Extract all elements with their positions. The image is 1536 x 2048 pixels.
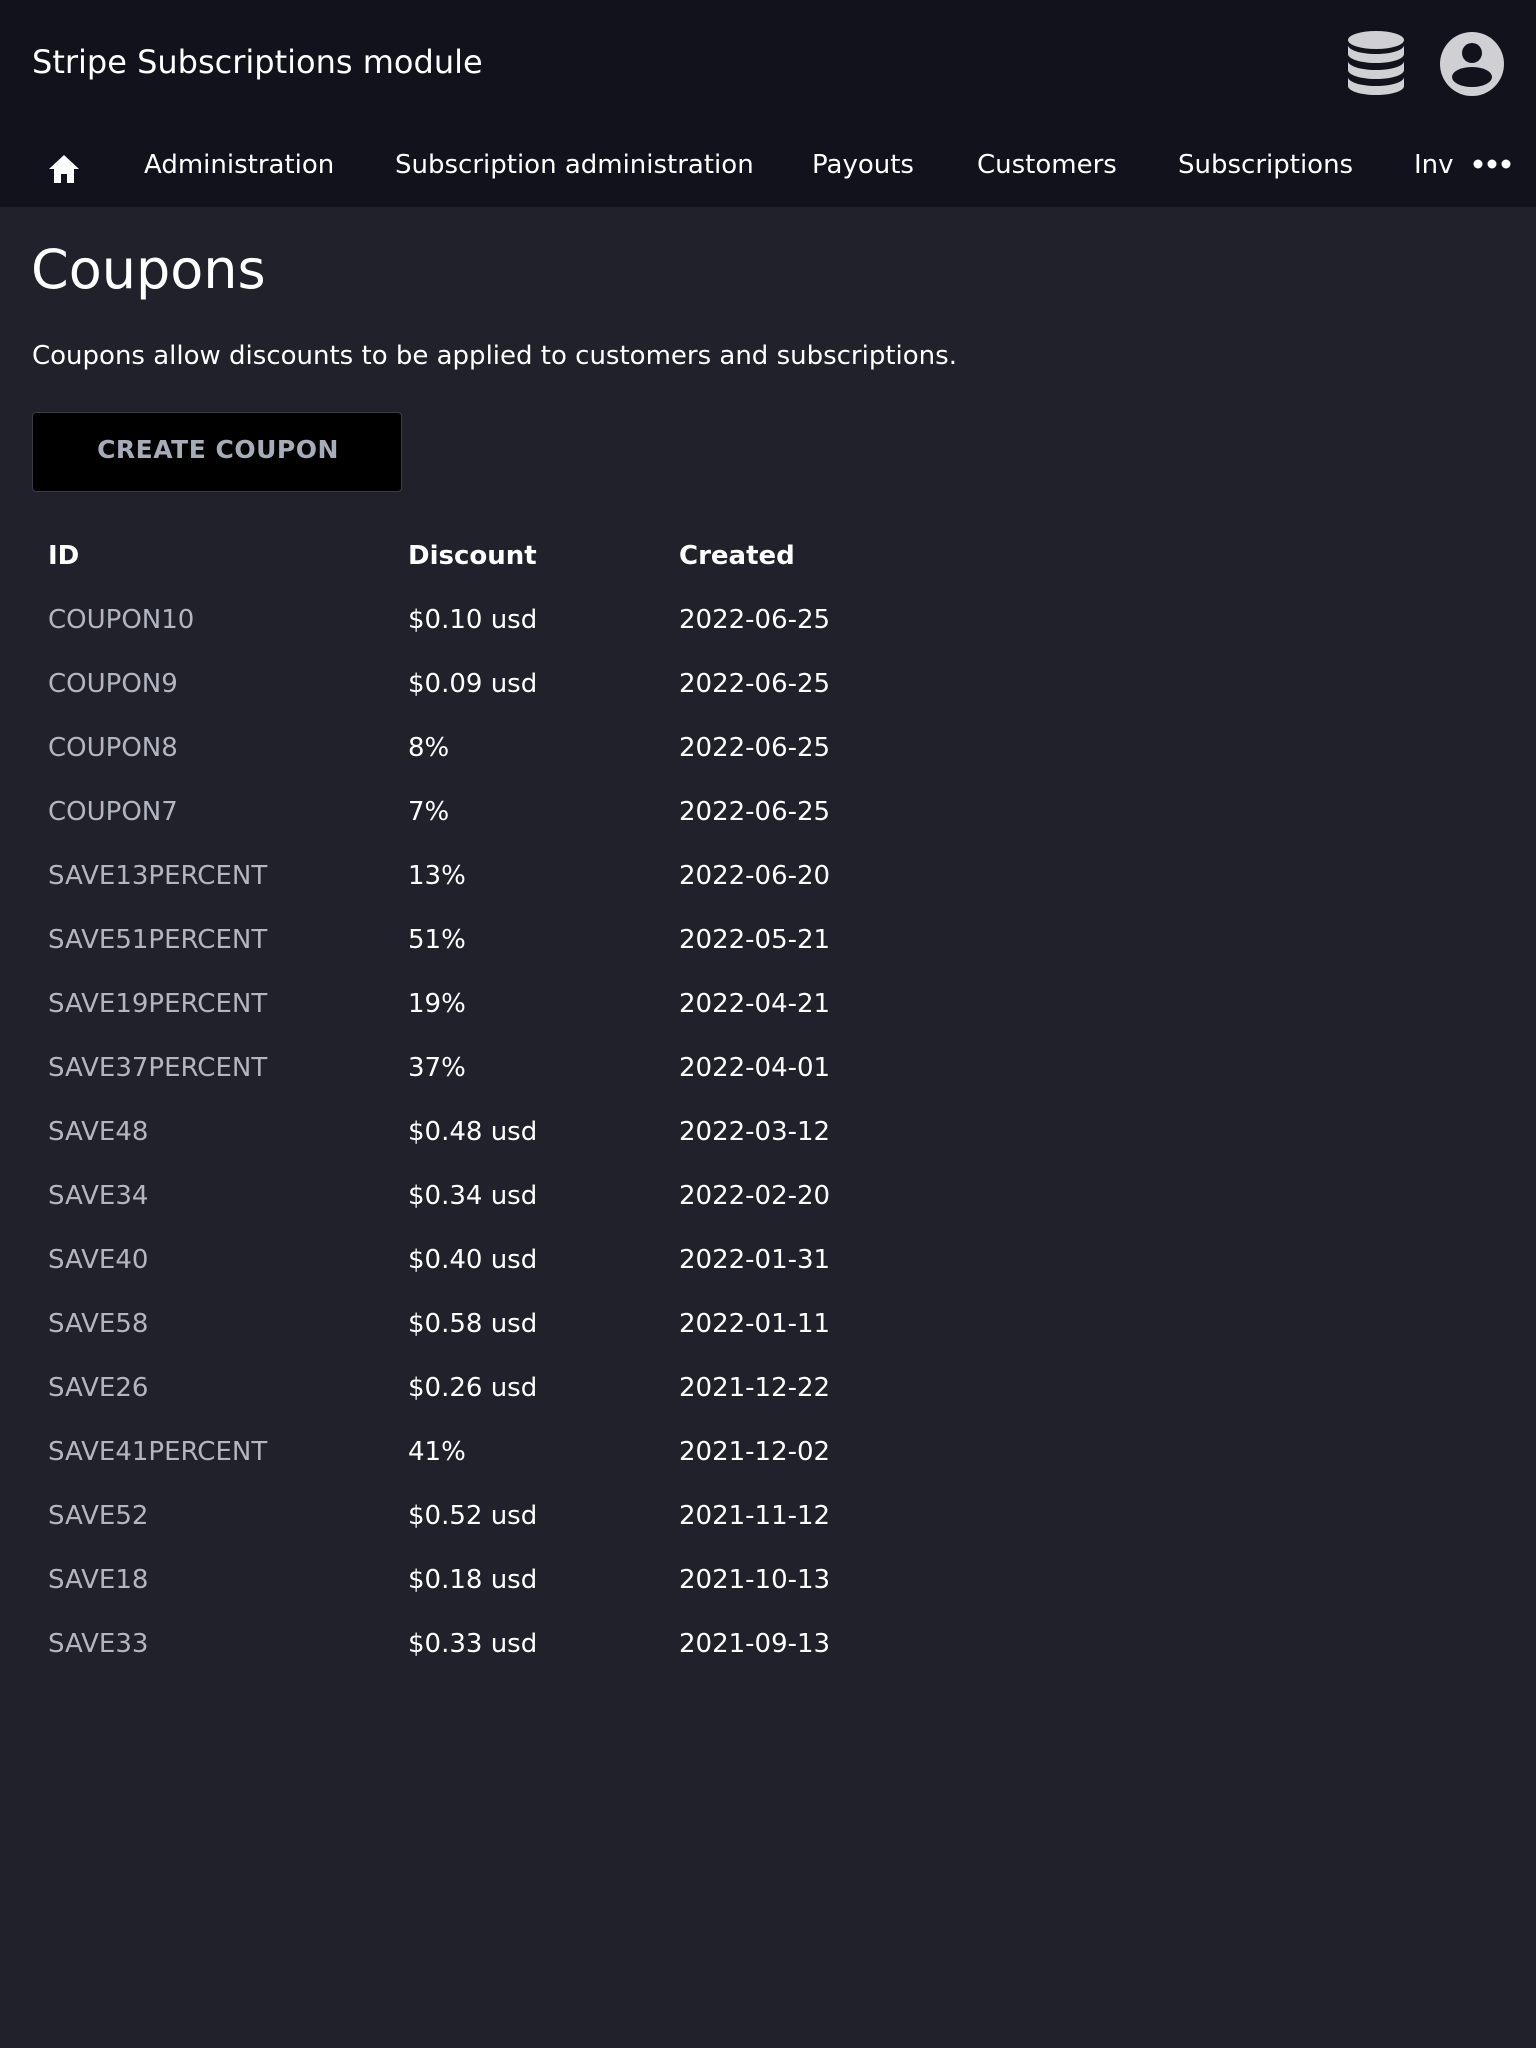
coupon-created: 2021-10-13 bbox=[679, 1565, 831, 1595]
nav-item-subscriptions[interactable]: Subscriptions bbox=[1178, 147, 1353, 183]
coupon-id-link[interactable]: COUPON8 bbox=[48, 716, 178, 780]
coupon-created: 2022-05-21 bbox=[679, 925, 831, 955]
coupon-id-link[interactable]: COUPON9 bbox=[48, 652, 178, 716]
more-horizontal-icon[interactable] bbox=[1472, 156, 1512, 172]
coupon-created: 2022-06-20 bbox=[679, 861, 831, 891]
page-title: Coupons bbox=[31, 238, 266, 301]
coupon-id-link[interactable]: SAVE37PERCENT bbox=[48, 1036, 267, 1100]
coupon-id-link[interactable]: SAVE34 bbox=[48, 1164, 148, 1228]
coupon-discount: $0.52 usd bbox=[408, 1501, 538, 1531]
coupon-created: 2022-03-12 bbox=[679, 1117, 831, 1147]
coupon-discount: $0.10 usd bbox=[408, 605, 538, 635]
home-icon[interactable] bbox=[46, 151, 82, 187]
column-header-id: ID bbox=[48, 541, 80, 571]
coupon-discount: 51% bbox=[408, 925, 466, 955]
coupon-created: 2021-12-02 bbox=[679, 1437, 831, 1467]
coupon-created: 2022-06-25 bbox=[679, 797, 831, 827]
main-nav: Administration Subscription administrati… bbox=[0, 127, 1536, 207]
coupon-discount: $0.18 usd bbox=[408, 1565, 538, 1595]
coupon-discount: $0.40 usd bbox=[408, 1245, 538, 1275]
create-coupon-label: CREATE COUPON bbox=[97, 435, 339, 464]
nav-item-administration[interactable]: Administration bbox=[144, 147, 334, 183]
page-description: Coupons allow discounts to be applied to… bbox=[32, 341, 957, 371]
coupon-created: 2022-02-20 bbox=[679, 1181, 831, 1211]
app-title: Stripe Subscriptions module bbox=[32, 43, 483, 81]
coupon-discount: 41% bbox=[408, 1437, 466, 1467]
coupon-id-link[interactable]: SAVE26 bbox=[48, 1356, 148, 1420]
coupon-discount: 37% bbox=[408, 1053, 466, 1083]
coupon-id-link[interactable]: SAVE19PERCENT bbox=[48, 972, 267, 1036]
coupon-id-link[interactable]: SAVE52 bbox=[48, 1484, 148, 1548]
coupon-id-link[interactable]: SAVE48 bbox=[48, 1100, 148, 1164]
coupon-discount: $0.33 usd bbox=[408, 1629, 538, 1659]
column-header-created: Created bbox=[679, 541, 795, 571]
coupon-id-link[interactable]: SAVE40 bbox=[48, 1228, 148, 1292]
coupon-id-link[interactable]: SAVE33 bbox=[48, 1612, 148, 1676]
coupon-created: 2022-06-25 bbox=[679, 605, 831, 635]
coupon-created: 2022-06-25 bbox=[679, 669, 831, 699]
coupon-id-link[interactable]: SAVE41PERCENT bbox=[48, 1420, 267, 1484]
coupon-created: 2022-06-25 bbox=[679, 733, 831, 763]
coupon-discount: 13% bbox=[408, 861, 466, 891]
coupon-discount: 19% bbox=[408, 989, 466, 1019]
database-icon[interactable] bbox=[1346, 30, 1406, 98]
account-circle-icon[interactable] bbox=[1439, 31, 1505, 97]
coupon-created: 2022-04-21 bbox=[679, 989, 831, 1019]
coupon-id-link[interactable]: SAVE51PERCENT bbox=[48, 908, 267, 972]
coupon-discount: 7% bbox=[408, 797, 450, 827]
coupon-created: 2021-09-13 bbox=[679, 1629, 831, 1659]
coupon-created: 2022-01-11 bbox=[679, 1309, 831, 1339]
coupon-created: 2021-11-12 bbox=[679, 1501, 831, 1531]
coupon-discount: $0.09 usd bbox=[408, 669, 538, 699]
app-header: Stripe Subscriptions module bbox=[0, 0, 1536, 127]
coupon-discount: $0.48 usd bbox=[408, 1117, 538, 1147]
nav-item-subscription-administration[interactable]: Subscription administration bbox=[395, 147, 754, 183]
coupon-created: 2022-01-31 bbox=[679, 1245, 831, 1275]
coupon-created: 2021-12-22 bbox=[679, 1373, 831, 1403]
nav-item-customers[interactable]: Customers bbox=[977, 147, 1117, 183]
nav-item-invoices[interactable]: Invoices bbox=[1414, 147, 1454, 187]
coupon-discount: $0.34 usd bbox=[408, 1181, 538, 1211]
column-header-discount: Discount bbox=[408, 541, 537, 571]
nav-item-payouts[interactable]: Payouts bbox=[812, 147, 914, 183]
coupon-id-link[interactable]: SAVE58 bbox=[48, 1292, 148, 1356]
coupon-id-link[interactable]: COUPON7 bbox=[48, 780, 178, 844]
coupon-id-link[interactable]: SAVE18 bbox=[48, 1548, 148, 1612]
coupon-discount: 8% bbox=[408, 733, 450, 763]
create-coupon-button[interactable]: CREATE COUPON bbox=[32, 412, 402, 492]
coupon-id-link[interactable]: COUPON10 bbox=[48, 588, 194, 652]
coupon-created: 2022-04-01 bbox=[679, 1053, 831, 1083]
coupon-id-link[interactable]: SAVE13PERCENT bbox=[48, 844, 267, 908]
coupon-discount: $0.58 usd bbox=[408, 1309, 538, 1339]
coupon-discount: $0.26 usd bbox=[408, 1373, 538, 1403]
